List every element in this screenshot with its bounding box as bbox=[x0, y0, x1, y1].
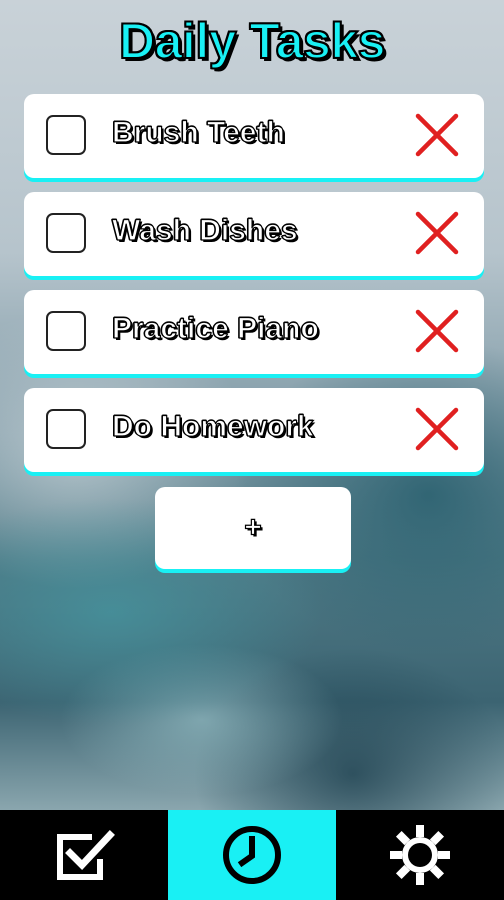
task-list: Brush Teeth Wash Dishes Practice Piano D… bbox=[24, 94, 484, 486]
task-checkbox[interactable] bbox=[46, 409, 86, 449]
gear-icon bbox=[390, 825, 450, 885]
task-checkbox[interactable] bbox=[46, 115, 86, 155]
tab-settings[interactable] bbox=[336, 810, 504, 900]
task-item: Do Homework bbox=[24, 388, 484, 472]
tab-timer[interactable] bbox=[168, 810, 336, 900]
checkbox-check-icon bbox=[57, 830, 115, 880]
task-item: Wash Dishes bbox=[24, 192, 484, 276]
task-label: Practice Piano bbox=[111, 311, 319, 345]
task-label: Do Homework bbox=[111, 409, 314, 443]
tab-tasks[interactable] bbox=[0, 810, 168, 900]
delete-x-icon[interactable] bbox=[414, 112, 460, 158]
delete-x-icon[interactable] bbox=[414, 210, 460, 256]
task-label: Wash Dishes bbox=[111, 213, 298, 247]
task-item: Practice Piano bbox=[24, 290, 484, 374]
task-checkbox[interactable] bbox=[46, 213, 86, 253]
delete-x-icon[interactable] bbox=[414, 308, 460, 354]
delete-x-icon[interactable] bbox=[414, 406, 460, 452]
bottom-nav bbox=[0, 810, 504, 900]
app-screen: Daily Tasks Brush Teeth Wash Dishes Prac… bbox=[0, 0, 504, 900]
task-label: Brush Teeth bbox=[111, 115, 285, 149]
task-checkbox[interactable] bbox=[46, 311, 86, 351]
task-item: Brush Teeth bbox=[24, 94, 484, 178]
page-title: Daily Tasks bbox=[118, 12, 386, 70]
clock-icon bbox=[223, 826, 281, 884]
add-task-button[interactable]: + bbox=[155, 487, 351, 569]
